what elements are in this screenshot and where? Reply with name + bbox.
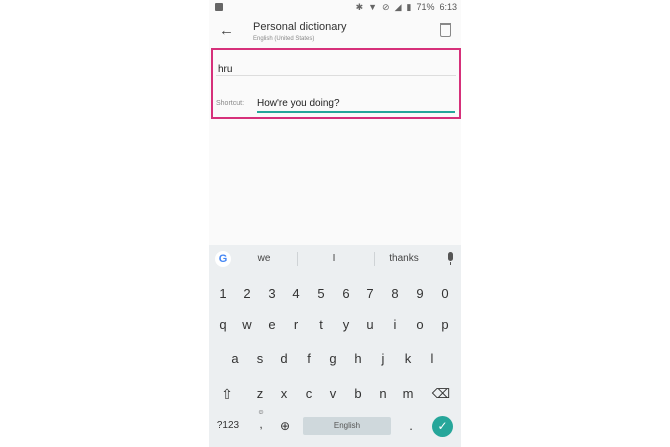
battery-icon: ▮ bbox=[406, 2, 412, 12]
shortcut-input[interactable]: How're you doing? bbox=[257, 98, 340, 109]
key-0[interactable]: 0 bbox=[435, 283, 455, 305]
clock: 6:13 bbox=[439, 2, 457, 12]
key-t[interactable]: t bbox=[311, 314, 331, 336]
key-g[interactable]: g bbox=[323, 348, 343, 370]
arrow-left-icon[interactable]: ← bbox=[219, 22, 234, 39]
key-k[interactable]: k bbox=[398, 348, 418, 370]
divider bbox=[297, 252, 298, 266]
google-logo-icon[interactable]: G bbox=[215, 251, 231, 267]
key-c[interactable]: c bbox=[299, 383, 319, 405]
key-s[interactable]: s bbox=[250, 348, 270, 370]
divider bbox=[374, 252, 375, 266]
phone-screen: ✱ ▼ ⊘ ◢ ▮ 71% 6:13 ← Personal dictionary… bbox=[209, 0, 461, 447]
status-icons: ✱ ▼ ⊘ ◢ ▮ 71% 6:13 bbox=[356, 2, 457, 12]
key-l[interactable]: l bbox=[422, 348, 442, 370]
key-q[interactable]: q bbox=[213, 314, 233, 336]
key-o[interactable]: o bbox=[410, 314, 430, 336]
number-row: 1 2 3 4 5 6 7 8 9 0 bbox=[209, 283, 461, 305]
battery-percent: 71% bbox=[416, 2, 435, 12]
space-bar[interactable]: English bbox=[303, 417, 391, 435]
suggestion-3[interactable]: thanks bbox=[387, 253, 421, 264]
globe-icon[interactable]: ⊕ bbox=[275, 415, 295, 437]
signal-icon: ◢ bbox=[394, 2, 402, 12]
letter-row-top: q w e r t y u i o p bbox=[209, 314, 461, 336]
key-5[interactable]: 5 bbox=[311, 283, 331, 305]
period-key[interactable]: . bbox=[401, 415, 421, 437]
key-m[interactable]: m bbox=[398, 383, 418, 405]
key-y[interactable]: y bbox=[336, 314, 356, 336]
key-1[interactable]: 1 bbox=[213, 283, 233, 305]
key-7[interactable]: 7 bbox=[360, 283, 380, 305]
key-f[interactable]: f bbox=[299, 348, 319, 370]
check-icon[interactable]: ✓ bbox=[432, 416, 453, 437]
key-4[interactable]: 4 bbox=[286, 283, 306, 305]
key-d[interactable]: d bbox=[274, 348, 294, 370]
app-bar: ← Personal dictionary English (United St… bbox=[209, 16, 461, 46]
backspace-icon[interactable]: ⌫ bbox=[431, 383, 451, 405]
divider bbox=[216, 75, 456, 76]
suggestion-strip: G we I thanks bbox=[209, 245, 461, 273]
key-i[interactable]: i bbox=[385, 314, 405, 336]
emoji-icon[interactable]: ☺ bbox=[251, 408, 271, 418]
key-2[interactable]: 2 bbox=[237, 283, 257, 305]
key-e[interactable]: e bbox=[262, 314, 282, 336]
key-h[interactable]: h bbox=[348, 348, 368, 370]
key-u[interactable]: u bbox=[360, 314, 380, 336]
key-v[interactable]: v bbox=[323, 383, 343, 405]
mic-icon-stem bbox=[450, 262, 451, 265]
key-j[interactable]: j bbox=[373, 348, 393, 370]
key-8[interactable]: 8 bbox=[385, 283, 405, 305]
key-x[interactable]: x bbox=[274, 383, 294, 405]
suggestion-2[interactable]: I bbox=[321, 253, 347, 264]
suggestion-1[interactable]: we bbox=[251, 253, 277, 264]
key-z[interactable]: z bbox=[250, 383, 270, 405]
mute-icon: ⊘ bbox=[382, 2, 390, 12]
page-title: Personal dictionary bbox=[253, 21, 347, 33]
image-icon bbox=[215, 3, 223, 11]
key-a[interactable]: a bbox=[225, 348, 245, 370]
key-3[interactable]: 3 bbox=[262, 283, 282, 305]
dictionary-entry-form: hru Shortcut: How're you doing? bbox=[211, 48, 461, 119]
trash-icon[interactable] bbox=[440, 23, 451, 37]
shortcut-underline bbox=[257, 111, 455, 113]
shortcut-label: Shortcut: bbox=[216, 100, 245, 107]
key-b[interactable]: b bbox=[348, 383, 368, 405]
key-w[interactable]: w bbox=[237, 314, 257, 336]
status-bar: ✱ ▼ ⊘ ◢ ▮ 71% 6:13 bbox=[209, 0, 461, 16]
symbols-key[interactable]: ?123 bbox=[215, 415, 241, 437]
key-p[interactable]: p bbox=[435, 314, 455, 336]
key-6[interactable]: 6 bbox=[336, 283, 356, 305]
page-subtitle: English (United States) bbox=[253, 36, 315, 42]
keyboard: G we I thanks 1 2 3 4 5 6 7 8 9 0 q w e … bbox=[209, 245, 461, 447]
wifi-icon: ▼ bbox=[368, 2, 378, 12]
word-input[interactable]: hru bbox=[218, 64, 232, 75]
letter-row-bottom: ⇧ z x c v b n m ⌫ bbox=[209, 383, 461, 405]
letter-row-middle: a s d f g h j k l bbox=[209, 348, 461, 370]
key-r[interactable]: r bbox=[286, 314, 306, 336]
shift-icon[interactable]: ⇧ bbox=[217, 383, 237, 405]
key-9[interactable]: 9 bbox=[410, 283, 430, 305]
mic-icon[interactable] bbox=[448, 252, 453, 261]
key-n[interactable]: n bbox=[373, 383, 393, 405]
bluetooth-icon: ✱ bbox=[355, 2, 364, 12]
